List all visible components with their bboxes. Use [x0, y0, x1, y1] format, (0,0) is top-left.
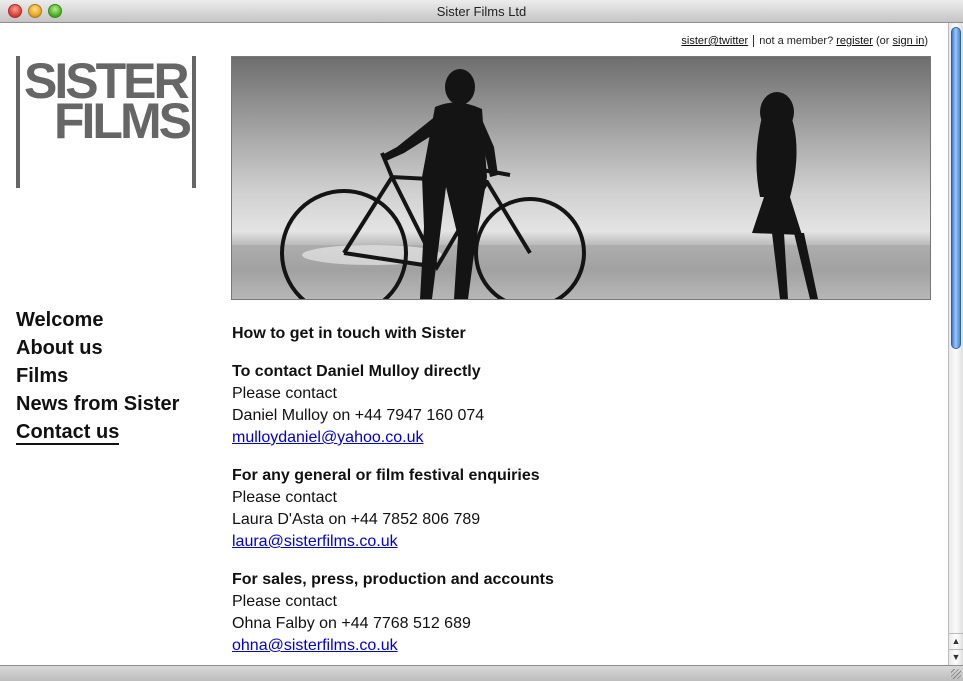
logo-word-films: FILMS	[54, 93, 192, 149]
register-link[interactable]: register	[836, 35, 873, 47]
scroll-up-arrow-icon[interactable]: ▲	[949, 633, 963, 647]
page-title: How to get in touch with Sister	[232, 325, 466, 342]
hero-photo	[231, 56, 931, 300]
contact-block-line: Please contact	[232, 593, 337, 610]
nav-contact-us[interactable]: Contact us	[16, 418, 179, 446]
contact-block-title: To contact Daniel Mulloy directly	[232, 363, 481, 380]
not-member-text: not a member?	[759, 35, 834, 47]
scrollbar-thumb[interactable]	[951, 27, 961, 349]
contact-block: For sales, press, production and account…	[232, 569, 832, 657]
logo-right-bar	[192, 56, 196, 188]
sister-films-logo[interactable]: SISTER FILMS	[16, 56, 196, 188]
nav-films[interactable]: Films	[16, 362, 179, 390]
nav-welcome[interactable]: Welcome	[16, 306, 179, 334]
beach-silhouette-illustration	[232, 69, 930, 299]
window-titlebar: Sister Films Ltd	[0, 0, 963, 23]
nav-films-label: Films	[16, 365, 69, 387]
window-bottom-bar	[0, 665, 963, 681]
contact-content: How to get in touch with Sister To conta…	[232, 323, 832, 665]
contact-block-phone: Ohna Falby on +44 7768 512 689	[232, 615, 471, 632]
contact-email-link[interactable]: ohna@sisterfilms.co.uk	[232, 637, 398, 654]
close-paren-text: )	[924, 35, 928, 47]
contact-block-line: Please contact	[232, 489, 337, 506]
nav-news-label: News from Sister	[16, 393, 180, 415]
account-links: sister@twitter not a member? register (or…	[681, 35, 928, 48]
contact-block-title: For sales, press, production and account…	[232, 571, 554, 588]
nav-contact-us-label: Contact us	[16, 421, 120, 445]
sign-in-link[interactable]: sign in	[893, 35, 925, 47]
nav-welcome-label: Welcome	[16, 309, 104, 331]
page-viewport: SISTER FILMS sister@twitter not a member?…	[0, 23, 948, 665]
main-nav: Welcome About us Films News from Sister …	[16, 306, 179, 446]
contact-block-line: Please contact	[232, 385, 337, 402]
scroll-down-arrow-icon[interactable]: ▼	[949, 649, 963, 663]
contact-block-title: For any general or film festival enquiri…	[232, 467, 540, 484]
twitter-link[interactable]: sister@twitter	[681, 35, 748, 47]
contact-block: For any general or film festival enquiri…	[232, 465, 832, 553]
vertical-scrollbar[interactable]: ▲ ▼	[948, 23, 963, 665]
nav-news[interactable]: News from Sister	[16, 390, 179, 418]
contact-block: To contact Daniel Mulloy directly Please…	[232, 361, 832, 449]
nav-about-us[interactable]: About us	[16, 334, 179, 362]
contact-email-link[interactable]: mulloydaniel@yahoo.co.uk	[232, 429, 423, 446]
link-divider	[753, 35, 755, 48]
contact-email-link[interactable]: laura@sisterfilms.co.uk	[232, 533, 398, 550]
resize-grip-icon[interactable]	[951, 669, 961, 679]
contact-block-phone: Daniel Mulloy on +44 7947 160 074	[232, 407, 485, 424]
logo-left-bar	[16, 56, 20, 188]
nav-about-us-label: About us	[16, 337, 103, 359]
window-title: Sister Films Ltd	[436, 4, 527, 19]
contact-block-phone: Laura D'Asta on +44 7852 806 789	[232, 511, 481, 528]
or-text: (or	[876, 35, 890, 47]
